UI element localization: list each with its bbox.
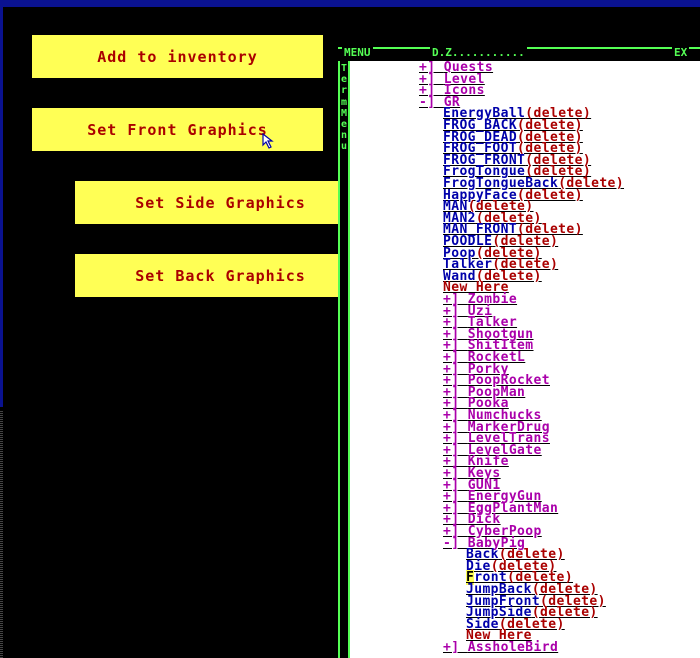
set-back-graphics-button[interactable]: Set Back Graphics (75, 254, 338, 297)
tree-expander[interactable]: -] (419, 95, 444, 110)
tree-item-label: AssholeBird (467, 640, 559, 655)
menu-title: MENU (342, 46, 373, 59)
set-side-graphics-button[interactable]: Set Side Graphics (75, 181, 338, 224)
menu-exit-label[interactable]: EX (672, 47, 690, 59)
tree-panel[interactable]: +] Quests +] Level +] Icons -] GR EnergyBall… (350, 61, 700, 658)
menu-path: D.Z........... (430, 46, 527, 59)
left-stipple (0, 410, 3, 658)
term-menu-vertical-label: TermMenu (340, 63, 348, 153)
top-bar (0, 0, 700, 7)
tree-expander[interactable]: +] (443, 640, 468, 655)
add-to-inventory-button[interactable]: Add to inventory (32, 35, 323, 78)
tree-expander[interactable]: -] (443, 536, 468, 551)
mouse-cursor-icon (262, 133, 274, 149)
menu-frame-top: MENU D.Z........... EX (338, 47, 700, 61)
left-edge (0, 7, 3, 407)
set-front-graphics-button[interactable]: Set Front Graphics (32, 108, 323, 151)
tree-item[interactable]: +] AssholeBird (443, 640, 559, 655)
